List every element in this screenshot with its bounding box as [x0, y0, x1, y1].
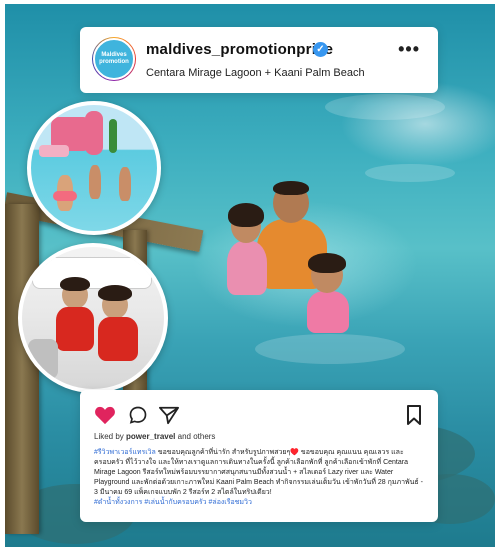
life-vest	[56, 307, 94, 351]
post-location[interactable]: Centara Mirage Lagoon + Kaani Palm Beach	[146, 67, 365, 79]
man-hair	[273, 181, 309, 195]
girl-swimsuit	[227, 241, 267, 295]
caption-hashtag[interactable]: #รีวิวพาเวอร์แทรเวิล	[94, 449, 156, 456]
heart-icon[interactable]	[94, 405, 116, 425]
child-hair	[98, 285, 132, 301]
caption-tags[interactable]: #ดำน้ำทั้งวงการ #เล่นน้ำกับครอบครัว #ล่อ…	[94, 498, 424, 508]
liked-user[interactable]: power_travel	[126, 432, 175, 441]
liked-prefix: Liked by	[94, 432, 124, 441]
bookmark-icon[interactable]	[406, 404, 422, 426]
username[interactable]: maldives_promotionprice	[146, 41, 333, 58]
liked-by: Liked by power_travel and others	[94, 432, 215, 441]
life-vest	[98, 317, 138, 361]
avatar-text-line1: Maldives	[101, 52, 127, 58]
avatar-logo: Maldives promotion	[93, 38, 135, 80]
child-hair	[60, 277, 90, 291]
child-figure	[89, 165, 101, 199]
water-highlight	[365, 164, 455, 182]
swim-ring	[53, 191, 77, 201]
inset-photo-waterpark	[27, 101, 161, 235]
more-options-icon[interactable]: •••	[398, 39, 420, 60]
girl-hair	[308, 253, 346, 273]
avatar-text-line2: promotion	[99, 59, 129, 65]
boat-window	[32, 257, 152, 289]
family-in-water	[195, 179, 365, 379]
post-header: Maldives promotion maldives_promotionpri…	[80, 27, 438, 93]
post-caption: #รีวิวพาเวอร์แทรเวิล ขอขอบคุณลูกค้าที่น่…	[94, 448, 424, 508]
verified-badge-icon: ✓	[313, 42, 328, 57]
child-figure	[119, 167, 131, 201]
boat-seat	[28, 339, 58, 379]
inset-photo-boat	[18, 243, 168, 393]
avatar[interactable]: Maldives promotion	[92, 37, 136, 81]
comment-icon[interactable]	[128, 405, 148, 425]
caption-text: ขอขอบคุณลูกค้าที่น่ารัก สำหรับรูปภาพสวยๆ…	[94, 449, 423, 496]
palm-tree	[109, 119, 117, 153]
girl-hair	[228, 203, 264, 227]
water-highlight	[325, 94, 445, 120]
water-slide-tower	[85, 111, 103, 155]
girl-swimsuit	[307, 291, 349, 333]
liked-suffix: and others	[177, 432, 216, 441]
water-slide-base	[39, 145, 69, 157]
post-graphic: Maldives promotion maldives_promotionpri…	[0, 0, 500, 550]
post-footer: Liked by power_travel and others #รีวิวพ…	[80, 390, 438, 522]
share-icon[interactable]	[158, 405, 180, 425]
